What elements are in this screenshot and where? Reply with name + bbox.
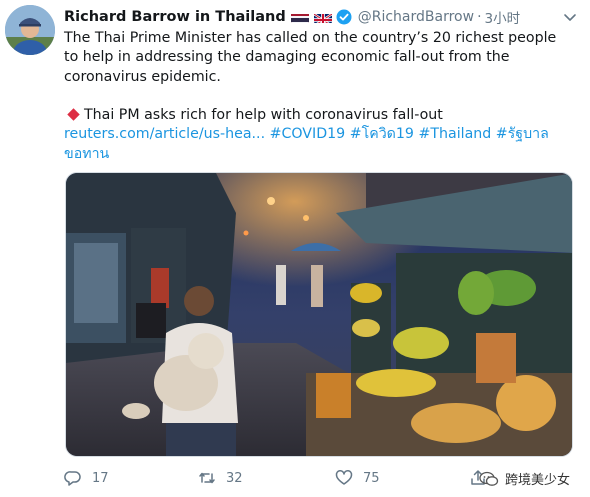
separator-dot: · [477,9,482,25]
tweet-timestamp[interactable]: 3小时 [485,7,521,27]
links-line: reuters.com/article/us-hea... #COVID19 #… [64,125,574,164]
verified-badge-icon [336,9,352,25]
reply-icon [64,471,81,486]
retweet-button[interactable]: 32 [198,466,243,490]
article-link[interactable]: reuters.com/article/us-hea... [64,126,265,142]
like-button[interactable]: 75 [335,466,380,490]
tweet-header: Richard Barrow in Thailand @RichardBarro… [64,6,520,28]
headline-line: Thai PM asks rich for help with coronavi… [64,106,574,125]
reply-count: 17 [92,470,109,486]
retweet-count: 32 [226,470,243,486]
red-diamond-icon [67,108,80,121]
flag-thailand-icon [290,11,309,23]
flag-uk-icon [313,11,332,23]
headline-text: Thai PM asks rich for help with coronavi… [84,107,443,124]
chevron-down-icon[interactable] [563,9,577,23]
avatar[interactable] [5,5,55,55]
hashtag-covid19-thai[interactable]: #โควิด19 [350,126,414,142]
tweet-body: The Thai Prime Minister has called on th… [64,29,574,164]
tweet-text: The Thai Prime Minister has called on th… [64,30,557,85]
like-count: 75 [363,470,380,486]
tweet-card[interactable]: Richard Barrow in Thailand @RichardBarro… [0,0,590,497]
hashtag-covid19[interactable]: #COVID19 [270,126,346,142]
like-icon [335,470,353,485]
watermark: 跨境美少女 [479,469,570,488]
watermark-text: 跨境美少女 [504,473,570,488]
author-name[interactable]: Richard Barrow in Thailand [64,9,286,25]
retweet-icon [199,472,215,484]
hashtag-thailand[interactable]: #Thailand [418,126,491,142]
reply-button[interactable]: 17 [64,466,109,490]
wechat-icon [479,471,499,486]
author-handle[interactable]: @RichardBarrow [358,9,474,25]
tweet-photo[interactable] [65,172,573,457]
